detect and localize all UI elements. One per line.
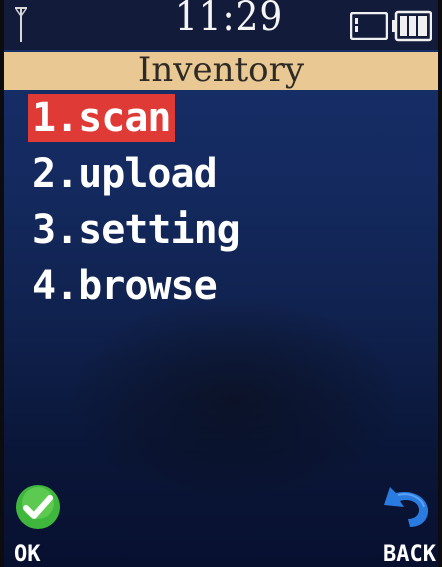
menu-item-browse[interactable]: 4.browse bbox=[28, 262, 428, 318]
status-bar: 11:29 bbox=[4, 0, 438, 50]
device-frame: 11:29 Inventory 1.scan 2.upload 3.settin… bbox=[0, 0, 442, 567]
blue-back-arrow-icon bbox=[384, 487, 428, 527]
menu-item-label: 2.upload bbox=[32, 151, 218, 197]
green-check-icon bbox=[16, 485, 60, 529]
clock: 11:29 bbox=[174, 0, 284, 40]
main-menu: 1.scan 2.upload 3.setting 4.browse bbox=[28, 94, 428, 318]
ok-softkey[interactable]: OK bbox=[8, 477, 78, 567]
menu-item-label: 3.setting bbox=[32, 207, 241, 253]
sd-card-icon bbox=[350, 12, 388, 40]
ok-label: OK bbox=[14, 542, 41, 567]
menu-item-setting[interactable]: 3.setting bbox=[28, 206, 428, 262]
menu-item-label: 1.scan bbox=[28, 94, 175, 142]
menu-item-upload[interactable]: 2.upload bbox=[28, 150, 428, 206]
lcd-screen: 11:29 Inventory 1.scan 2.upload 3.settin… bbox=[4, 0, 438, 567]
page-title: Inventory bbox=[137, 50, 305, 90]
back-softkey[interactable]: BACK bbox=[368, 477, 438, 567]
signal-antenna-icon bbox=[15, 7, 27, 42]
battery-full-icon bbox=[392, 10, 432, 42]
title-bar: Inventory bbox=[4, 50, 438, 90]
screen-reflection bbox=[74, 300, 394, 500]
menu-item-scan[interactable]: 1.scan bbox=[28, 94, 428, 150]
menu-item-label: 4.browse bbox=[32, 263, 218, 309]
back-label: BACK bbox=[383, 542, 436, 567]
